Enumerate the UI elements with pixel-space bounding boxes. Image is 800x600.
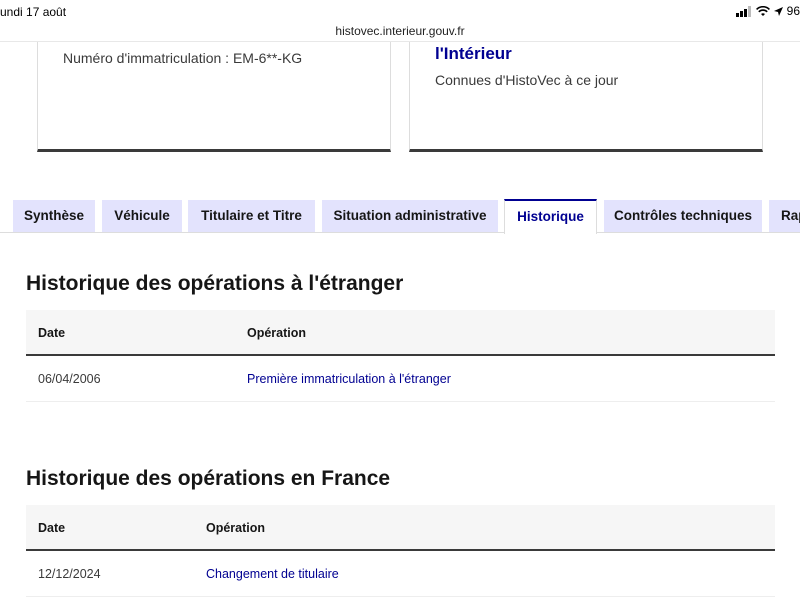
operation-label: Première immatriculation à l'étranger xyxy=(247,372,451,386)
tab-situation-administrative[interactable]: Situation administrative xyxy=(322,200,498,232)
ministry-info-card: l'Intérieur Connues d'HistoVec à ce jour xyxy=(409,42,763,152)
column-header-operation: Opération xyxy=(206,521,266,535)
battery-percentage: 96 xyxy=(786,4,800,18)
abroad-operations-table: Date Opération 06/04/2006 Première immat… xyxy=(26,310,775,402)
section-title-france: Historique des opérations en France xyxy=(26,467,391,490)
section-title-abroad: Historique des opérations à l'étranger xyxy=(26,272,404,295)
location-icon xyxy=(773,6,783,16)
operation-date: 12/12/2024 xyxy=(38,567,101,581)
france-operations-table: Date Opération 12/12/2024 Changement de … xyxy=(26,505,775,597)
card-subtext: Connues d'HistoVec à ce jour xyxy=(435,72,619,88)
report-tabs: Synthèse Véhicule Titulaire et Titre Sit… xyxy=(0,199,800,234)
column-header-date: Date xyxy=(38,521,66,535)
status-date: undi 17 août xyxy=(0,5,67,19)
table-header: Date Opération xyxy=(26,310,775,356)
card-heading: l'Intérieur xyxy=(435,44,512,63)
column-header-operation: Opération xyxy=(247,326,307,340)
tab-historique[interactable]: Historique xyxy=(504,199,597,234)
status-indicators: 96 xyxy=(735,4,800,18)
table-row: 12/12/2024 Changement de titulaire xyxy=(26,551,775,597)
status-bar: undi 17 août 96 xyxy=(0,0,800,22)
cellular-signal-icon xyxy=(735,5,752,17)
tab-vehicule[interactable]: Véhicule xyxy=(102,200,182,232)
wifi-icon xyxy=(755,5,770,17)
tab-rapport[interactable]: Rap xyxy=(769,200,800,232)
registration-number: Numéro d'immatriculation : EM-6**-KG xyxy=(63,50,303,66)
vehicle-registration-card: Numéro d'immatriculation : EM-6**-KG xyxy=(37,42,391,152)
column-header-date: Date xyxy=(38,326,66,340)
table-row: 06/04/2006 Première immatriculation à l'… xyxy=(26,356,775,402)
operation-date: 06/04/2006 xyxy=(38,372,101,386)
tab-synthese[interactable]: Synthèse xyxy=(13,200,95,232)
tab-controles-techniques[interactable]: Contrôles techniques xyxy=(604,200,762,232)
operation-label: Changement de titulaire xyxy=(206,567,339,581)
table-header: Date Opération xyxy=(26,505,775,551)
address-bar[interactable]: histovec.interieur.gouv.fr xyxy=(0,22,800,42)
tab-titulaire-et-titre[interactable]: Titulaire et Titre xyxy=(188,200,315,232)
